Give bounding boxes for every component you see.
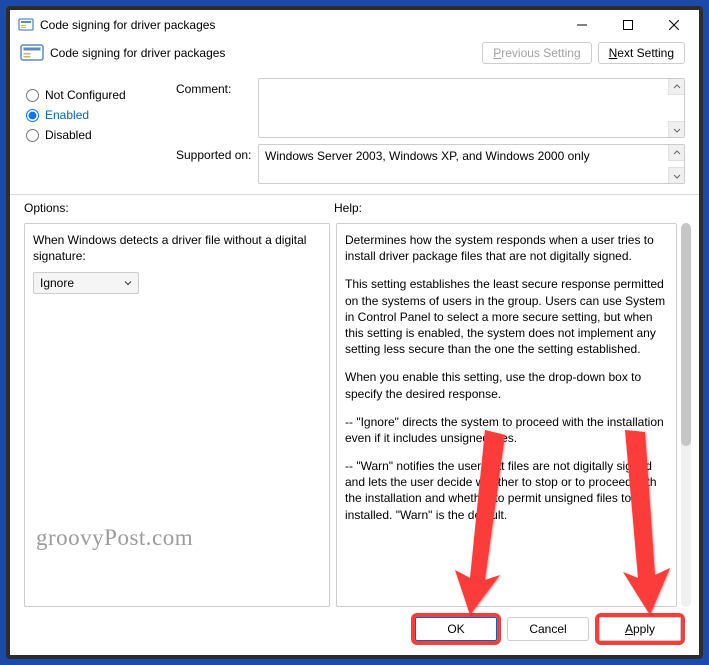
header: Code signing for driver packages Previou… [10,40,699,74]
chevron-down-icon [124,276,132,290]
ok-button[interactable]: OK [415,617,497,641]
supported-on-label: Supported on: [176,144,258,162]
window-title: Code signing for driver packages [40,18,559,32]
supported-on-text: Windows Server 2003, Windows XP, and Win… [258,144,685,184]
maximize-button[interactable] [605,10,651,40]
options-panel: When Windows detects a driver file witho… [24,223,330,607]
apply-button[interactable]: Apply [599,617,681,641]
next-setting-button[interactable]: Next Setting [598,42,685,64]
options-prompt: When Windows detects a driver file witho… [33,232,321,264]
options-heading: Options: [24,201,334,215]
help-text: Determines how the system responds when … [345,232,668,264]
help-panel: Determines how the system responds when … [336,223,677,607]
app-icon [18,17,34,33]
policy-icon [20,43,44,63]
not-configured-label[interactable]: Not Configured [45,88,126,102]
help-text: When you enable this setting, use the dr… [345,369,668,401]
response-dropdown[interactable]: Ignore [33,272,139,294]
help-text: -- "Warn" notifies the user that files a… [345,458,668,523]
scroll-down-icon[interactable] [668,167,684,183]
titlebar: Code signing for driver packages [10,10,699,40]
policy-title: Code signing for driver packages [50,46,476,60]
divider [10,194,699,195]
scroll-up-icon[interactable] [668,79,684,95]
enabled-label[interactable]: Enabled [45,108,89,122]
help-heading: Help: [334,201,362,215]
settings-area: Not Configured Enabled Disabled Comment:… [10,74,699,192]
dialog-window: Code signing for driver packages Code si… [10,10,699,655]
previous-setting-button[interactable]: Previous Setting [482,42,591,64]
response-dropdown-value: Ignore [40,276,74,290]
help-scrollbar[interactable] [681,223,691,607]
enabled-radio[interactable] [26,109,39,122]
close-button[interactable] [651,10,697,40]
footer: OK Cancel Apply [10,607,699,655]
disabled-radio[interactable] [26,129,39,142]
comment-label: Comment: [176,78,258,96]
supported-on-value: Windows Server 2003, Windows XP, and Win… [265,149,590,163]
cancel-button[interactable]: Cancel [507,617,589,641]
scroll-down-icon[interactable] [668,121,684,137]
disabled-label[interactable]: Disabled [45,128,92,142]
help-text: This setting establishes the least secur… [345,276,668,357]
minimize-button[interactable] [559,10,605,40]
help-text: -- "Ignore" directs the system to procee… [345,414,668,446]
comment-textarea[interactable] [258,78,685,138]
scrollbar-thumb[interactable] [681,223,691,446]
not-configured-radio[interactable] [26,89,39,102]
scroll-up-icon[interactable] [668,145,684,161]
